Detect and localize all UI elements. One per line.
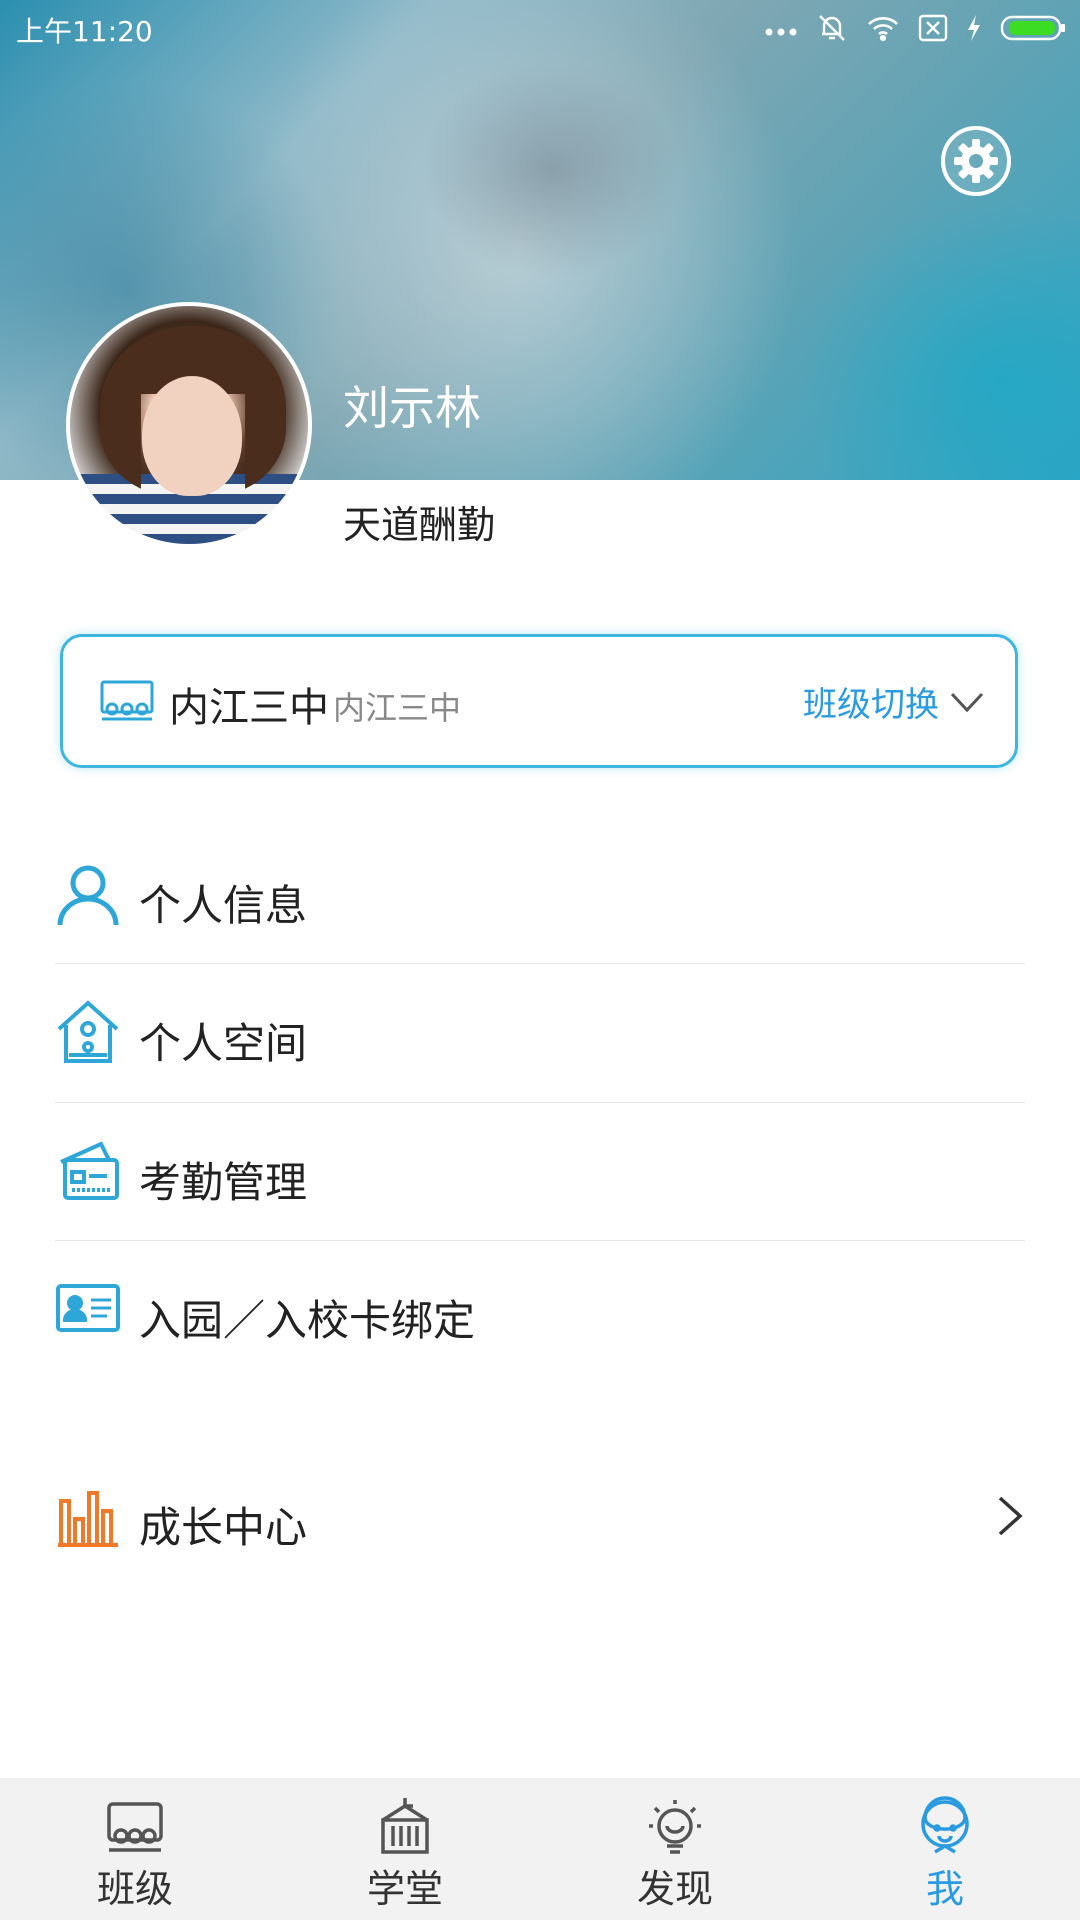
menu-item-card-binding[interactable]: 入园／入校卡绑定 <box>55 1241 1025 1379</box>
no-sim-icon <box>918 14 948 42</box>
tab-discover[interactable]: 发现 <box>540 1778 810 1920</box>
class-selector-card[interactable]: 内江三中 内江三中 班级切换 <box>60 634 1018 768</box>
user-name: 刘示林 <box>343 381 481 435</box>
bottom-tab-bar: 班级 学堂 发现 我 <box>0 1778 1080 1920</box>
school-name: 内江三中 <box>169 685 329 731</box>
attendance-card-icon <box>55 1138 121 1204</box>
menu-label: 入园／入校卡绑定 <box>139 1296 476 1345</box>
menu-label: 个人空间 <box>139 1019 308 1068</box>
lightbulb-icon <box>645 1796 705 1856</box>
menu-item-personal-info[interactable]: 个人信息 <box>55 826 1025 964</box>
classroom-icon <box>99 679 155 727</box>
tab-me[interactable]: 我 <box>810 1778 1080 1920</box>
gear-icon <box>941 126 1011 196</box>
bar-chart-icon <box>55 1483 121 1549</box>
school-building-icon <box>375 1796 435 1856</box>
menu-item-attendance[interactable]: 考勤管理 <box>55 1103 1025 1241</box>
tab-class[interactable]: 班级 <box>0 1778 270 1920</box>
tab-label: 班级 <box>96 1867 173 1911</box>
class-switch-button[interactable]: 班级切换 <box>803 677 985 726</box>
mute-bell-icon <box>816 12 848 44</box>
user-motto: 天道酬勤 <box>343 503 496 547</box>
house-icon <box>55 999 121 1065</box>
wifi-icon <box>866 14 900 42</box>
more-dots-icon <box>764 18 798 38</box>
id-card-icon <box>55 1276 121 1342</box>
tab-academy[interactable]: 学堂 <box>270 1778 540 1920</box>
charging-bolt-icon <box>966 14 982 42</box>
tab-label: 我 <box>925 1867 964 1911</box>
person-icon <box>55 861 121 927</box>
status-bar: 上午11:20 <box>0 0 1080 56</box>
menu-item-personal-space[interactable]: 个人空间 <box>55 964 1025 1102</box>
settings-button[interactable] <box>940 125 1012 197</box>
status-time: 上午11:20 <box>16 15 153 48</box>
battery-icon <box>1000 14 1066 42</box>
chevron-down-icon <box>950 692 984 712</box>
class-name: 内江三中 <box>333 689 462 727</box>
menu-item-growth-center[interactable]: 成长中心 <box>55 1448 1025 1586</box>
avatar[interactable] <box>66 302 312 548</box>
class-switch-label: 班级切换 <box>803 685 939 725</box>
user-face-icon <box>915 1796 975 1856</box>
menu-label: 考勤管理 <box>139 1158 308 1207</box>
chevron-right-icon <box>995 1494 1025 1542</box>
tab-label: 学堂 <box>366 1867 443 1911</box>
menu-label: 成长中心 <box>139 1503 308 1552</box>
classroom-icon <box>105 1796 165 1856</box>
tab-label: 发现 <box>636 1867 713 1911</box>
menu-label: 个人信息 <box>139 881 308 930</box>
